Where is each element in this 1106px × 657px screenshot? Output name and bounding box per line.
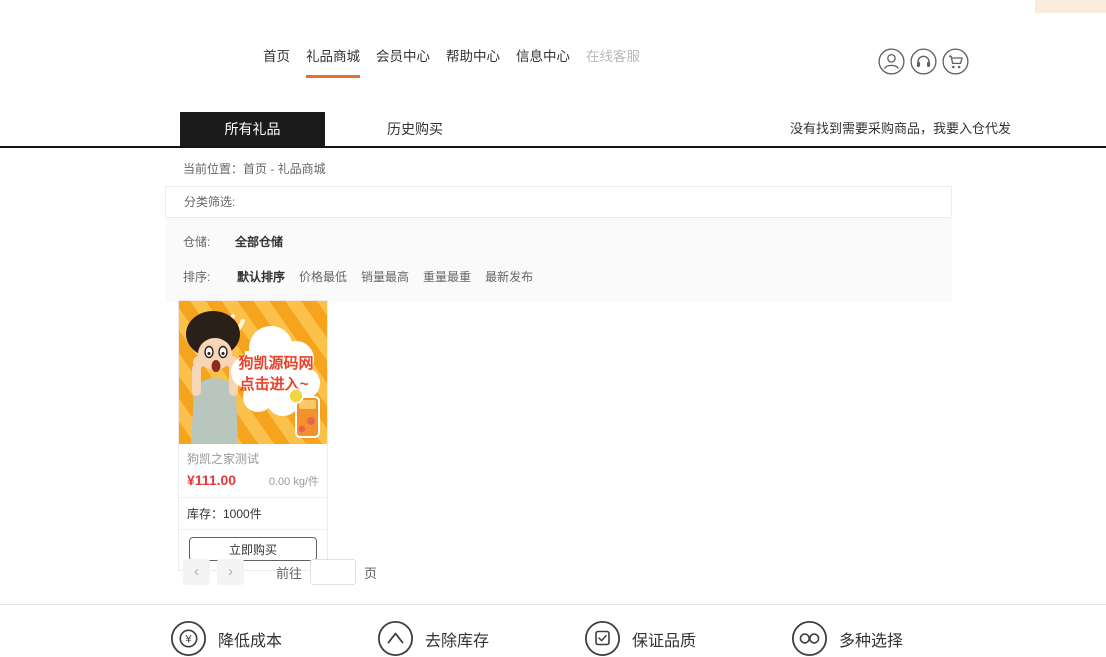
nav-item-member-center[interactable]: 会员中心: [376, 45, 430, 78]
cart-icon[interactable]: [942, 48, 969, 75]
product-card[interactable]: 狗凯源码网 点击进入~ 狗凯之家测试 ¥111.00 0.00 kg/件 库存：…: [178, 300, 328, 571]
sort-option-default[interactable]: 默认排序: [237, 268, 285, 285]
nav-item-info-center[interactable]: 信息中心: [516, 45, 570, 78]
tab-all-gifts[interactable]: 所有礼品: [180, 112, 325, 146]
buy-now-button[interactable]: 立即购买: [189, 537, 317, 561]
tab-history-purchases[interactable]: 历史购买: [387, 112, 443, 146]
warehouse-dropship-link[interactable]: 没有找到需要采购商品，我要入仓代发: [790, 112, 1011, 146]
nav-item-help-center[interactable]: 帮助中心: [446, 45, 500, 78]
nav-item-online-service[interactable]: 在线客服: [586, 45, 640, 78]
next-page-button[interactable]: ›: [217, 559, 244, 585]
product-price: ¥111.00: [187, 472, 236, 488]
shield-icon: [584, 620, 621, 657]
feature-clear-inventory: 去除库存: [377, 620, 584, 657]
nav-item-home[interactable]: 首页: [263, 45, 290, 78]
sort-option-newest[interactable]: 最新发布: [485, 268, 533, 285]
feature-label: 去除库存: [425, 627, 489, 651]
arrow-up-icon: [377, 620, 414, 657]
footer-divider: [0, 604, 1106, 605]
header-icon-group: [878, 48, 969, 75]
main-nav: 首页 礼品商城 会员中心 帮助中心 信息中心 在线客服: [263, 45, 640, 78]
category-filter-label: 分类筛选:: [184, 195, 235, 209]
prev-page-button[interactable]: ‹: [183, 559, 210, 585]
sort-option-sales-high[interactable]: 销量最高: [361, 268, 409, 285]
sort-options: 默认排序 价格最低 销量最高 重量最重 最新发布: [237, 268, 533, 285]
product-stock: 库存：1000件: [179, 497, 327, 529]
bubble-text-line1: 狗凯源码网: [238, 354, 313, 372]
feature-multiple-choices: 多种选择: [791, 620, 903, 657]
product-title[interactable]: 狗凯之家测试: [179, 444, 327, 469]
infinity-icon: [791, 620, 828, 657]
category-filter-row: 分类筛选:: [165, 186, 952, 218]
price-row: ¥111.00 0.00 kg/件: [179, 469, 327, 497]
feature-label: 多种选择: [839, 627, 903, 651]
sort-label: 排序:: [183, 268, 235, 285]
cartoon-person: [186, 311, 240, 444]
feature-label: 降低成本: [218, 627, 282, 651]
page-unit-label: 页: [364, 563, 377, 582]
filter-panel: 分类筛选: 仓储: 全部仓储 排序: 默认排序 价格最低 销量最高 重量最重 最…: [165, 186, 952, 302]
page-number-input[interactable]: [310, 559, 356, 585]
corner-highlight: [1035, 0, 1106, 13]
warehouse-filter-row: 仓储: 全部仓储: [165, 224, 952, 259]
goto-label: 前往: [276, 563, 302, 582]
svg-text:¥: ¥: [184, 634, 192, 646]
sort-filter-row: 排序: 默认排序 价格最低 销量最高 重量最重 最新发布: [165, 259, 952, 294]
feature-label: 保证品质: [632, 627, 696, 651]
sort-option-weight-heavy[interactable]: 重量最重: [423, 268, 471, 285]
tab-underline: [0, 146, 1106, 148]
nav-item-gift-mall[interactable]: 礼品商城: [306, 45, 360, 78]
warehouse-option-all[interactable]: 全部仓储: [235, 233, 283, 250]
feature-quality-guarantee: 保证品质: [584, 620, 791, 657]
warehouse-label: 仓储:: [183, 233, 235, 250]
user-icon[interactable]: [878, 48, 905, 75]
headset-icon[interactable]: [910, 48, 937, 75]
filter-body: 仓储: 全部仓储 排序: 默认排序 价格最低 销量最高 重量最重 最新发布: [165, 218, 952, 302]
breadcrumb: 当前位置：首页 - 礼品商城: [183, 160, 326, 177]
coin-icon: ¥: [170, 620, 207, 657]
feature-reduce-cost: ¥ 降低成本: [170, 620, 377, 657]
product-image[interactable]: 狗凯源码网 点击进入~: [179, 301, 327, 444]
sort-option-price-low[interactable]: 价格最低: [299, 268, 347, 285]
product-unit-weight: 0.00 kg/件: [269, 473, 319, 489]
footer-features: ¥ 降低成本 去除库存 保证品质 多种选择: [170, 620, 903, 657]
pagination: ‹ › 前往 页: [183, 559, 377, 585]
